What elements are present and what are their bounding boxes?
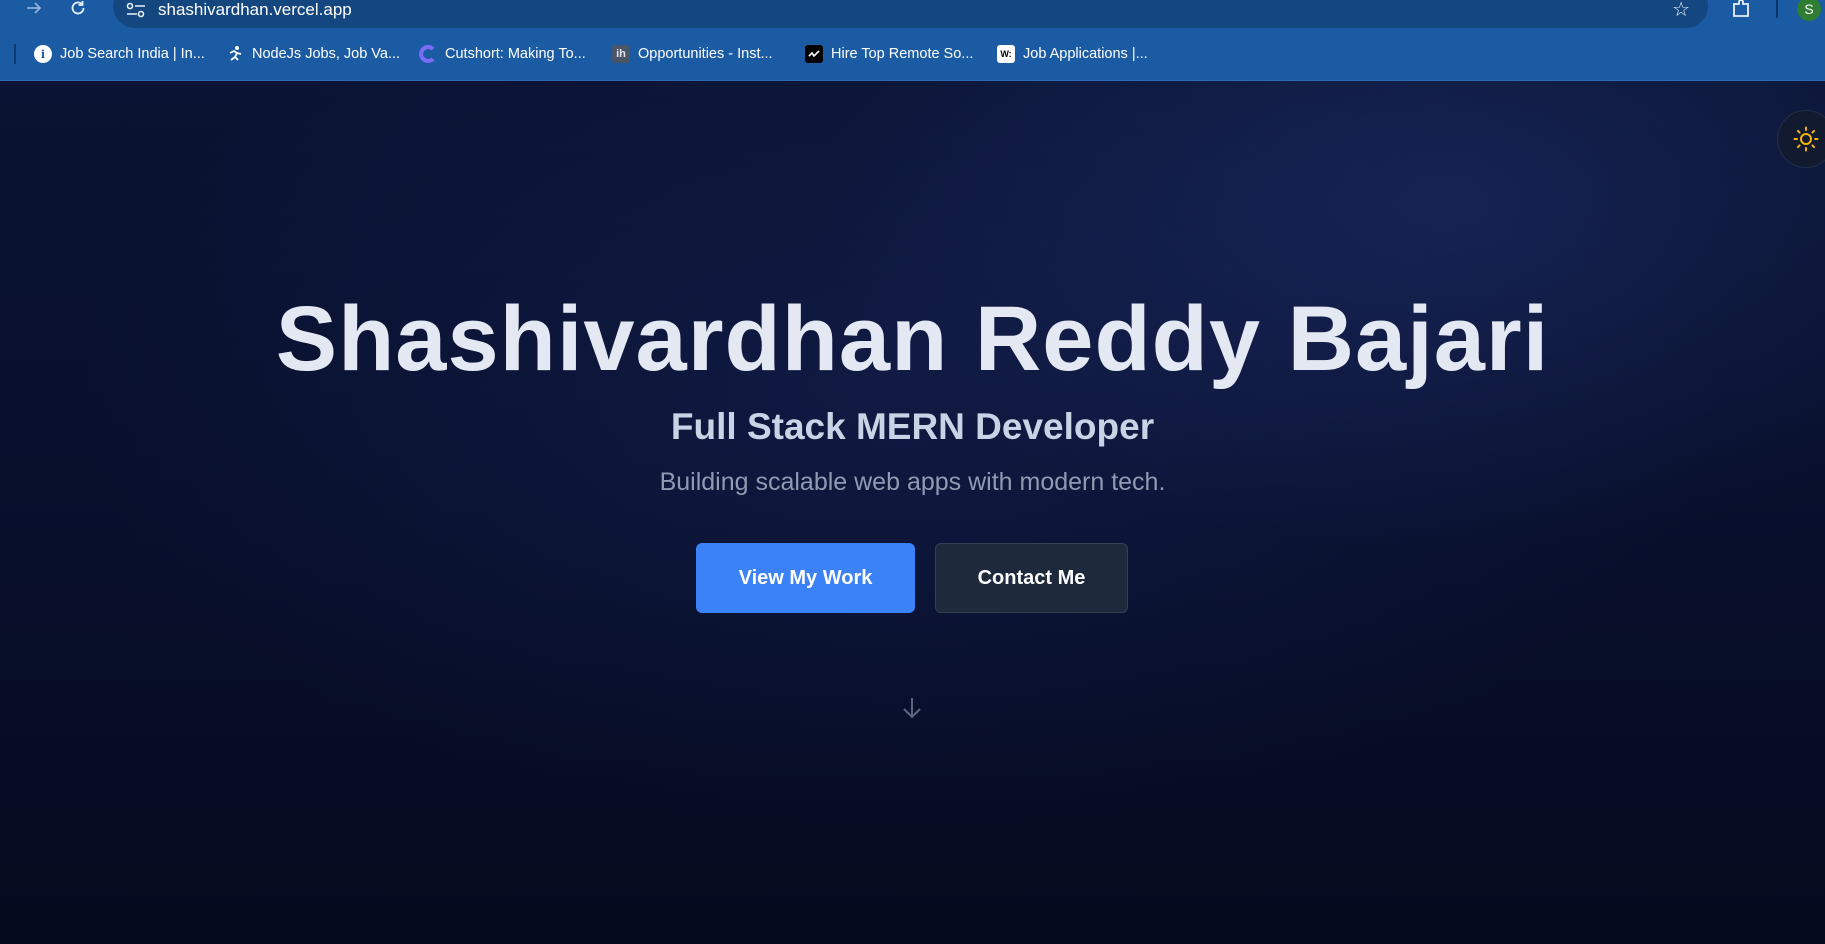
arrow-right-icon: [27, 2, 42, 14]
bookmark-label: Cutshort: Making To...: [445, 46, 586, 62]
contact-me-button[interactable]: Contact Me: [935, 543, 1128, 613]
bookmark-label: Job Search India | In...: [60, 46, 205, 62]
cutshort-logo-icon: [419, 45, 437, 63]
hero-tagline: Building scalable web apps with modern t…: [659, 468, 1166, 496]
hero-role-subtitle: Full Stack MERN Developer: [670, 406, 1155, 447]
hero-name-heading: Shashivardhan Reddy Bajari: [275, 288, 1550, 390]
bookmark-star-icon[interactable]: ☆: [1672, 0, 1690, 22]
runner-icon: [226, 45, 244, 63]
bookmark-item[interactable]: Hire Top Remote So...: [805, 42, 973, 66]
bookmark-item[interactable]: Cutshort: Making To...: [419, 42, 586, 66]
forward-button[interactable]: [20, 0, 48, 22]
bookmark-label: Job Applications |...: [1023, 46, 1148, 62]
wellfound-logo-icon: W:: [997, 45, 1015, 63]
reload-icon: [71, 1, 85, 15]
remote-logo-icon: [805, 45, 823, 63]
scroll-down-arrow-icon[interactable]: [899, 695, 925, 721]
bookmark-label: Hire Top Remote So...: [831, 46, 974, 62]
reload-button[interactable]: [64, 0, 92, 22]
site-settings-icon[interactable]: [125, 1, 147, 19]
theme-toggle-button[interactable]: [1777, 110, 1825, 168]
portfolio-page: Shashivardhan Reddy Bajari Full Stack ME…: [0, 81, 1825, 944]
browser-chrome: shashivardhan.vercel.app ☆ S i Job Searc…: [0, 0, 1825, 81]
toolbar-divider: [1776, 0, 1778, 18]
profile-avatar[interactable]: S: [1797, 0, 1821, 21]
bookmark-label: NodeJs Jobs, Job Va...: [252, 46, 401, 62]
bookmarks-bar: i Job Search India | In... NodeJs Jobs, …: [0, 38, 1825, 68]
bookmark-label: Opportunities - Inst...: [638, 46, 773, 62]
address-bar[interactable]: shashivardhan.vercel.app ☆: [113, 0, 1708, 28]
url-text[interactable]: shashivardhan.vercel.app: [158, 0, 352, 20]
sun-icon: [1793, 126, 1819, 152]
bookmark-item[interactable]: ih Opportunities - Inst...: [612, 42, 773, 66]
bookmark-item[interactable]: W: Job Applications |...: [997, 42, 1148, 66]
ih-logo-icon: ih: [612, 45, 630, 63]
browser-toolbar: shashivardhan.vercel.app ☆ S: [0, 0, 1825, 30]
extensions-icon[interactable]: [1730, 0, 1752, 20]
bookmark-item[interactable]: i Job Search India | In...: [34, 42, 205, 66]
bookmark-item[interactable]: NodeJs Jobs, Job Va...: [226, 42, 400, 66]
view-my-work-button[interactable]: View My Work: [696, 543, 915, 613]
bookmarks-separator: [14, 44, 16, 64]
info-icon: i: [34, 45, 52, 63]
